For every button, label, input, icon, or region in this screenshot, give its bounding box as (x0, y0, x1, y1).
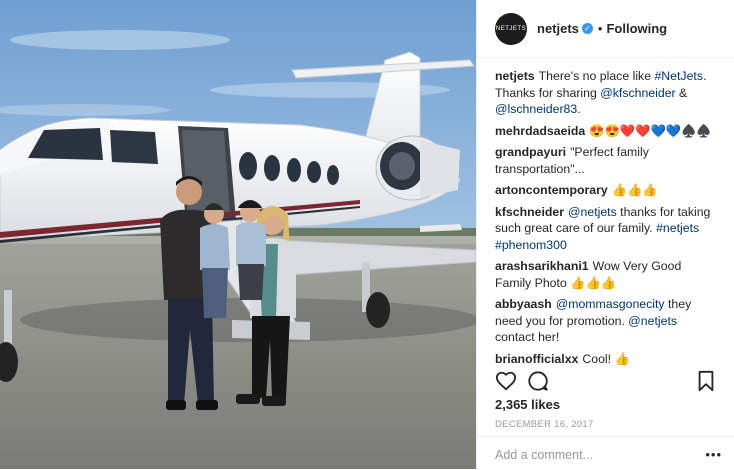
post-date[interactable]: DECEMBER 16, 2017 (495, 419, 594, 430)
comment-row: kfschneider @netjets thanks for taking su… (495, 204, 716, 254)
post-side-panel: NETJETS netjets ✓ • Following netjets The… (476, 0, 734, 469)
account-name[interactable]: netjets (537, 21, 579, 36)
caption: netjets There's no place like #NetJets. T… (495, 68, 716, 118)
comment-link[interactable]: @netjets (568, 205, 617, 219)
following-button[interactable]: Following (606, 21, 667, 36)
action-bar (495, 370, 716, 394)
header-separator: • (597, 21, 603, 36)
comment-user[interactable]: mehrdadsaeida (495, 124, 585, 138)
more-options-icon[interactable]: ••• (705, 447, 722, 462)
mention-link[interactable]: @lschneider83 (495, 102, 577, 116)
caption-text: & (675, 85, 688, 100)
comment-link[interactable]: @mommasgonecity (556, 297, 665, 311)
comment-user[interactable]: artoncontemporary (495, 183, 608, 197)
caption-text: There's no place like (538, 69, 655, 83)
post-photo[interactable] (0, 0, 476, 469)
hashtag-link[interactable]: #NetJets (654, 69, 703, 83)
comment-user[interactable]: brianofficialxx (495, 352, 578, 366)
verified-badge-icon: ✓ (581, 23, 593, 34)
comment-row: arashsarikhani1 Wow Very Good Family Phot… (495, 258, 716, 291)
caption-text: . (577, 102, 581, 116)
bookmark-icon[interactable] (696, 370, 716, 392)
avatar[interactable]: NETJETS (495, 12, 527, 45)
comment-row: grandpayuri "Perfect family transportatio… (495, 144, 716, 177)
comment-user[interactable]: abbyaash (495, 297, 552, 311)
comment-row: mehrdadsaeida 😍😍❤️❤️💙💙♠️♠️ (495, 123, 716, 140)
private-jet-family-photo (0, 0, 476, 469)
caption-user[interactable]: netjets (495, 69, 535, 83)
comment-row: abbyaash @mommasgonecity they need you fo… (495, 296, 716, 346)
comment-text: 👍👍👍 (611, 183, 658, 197)
post-dialog: NETJETS netjets ✓ • Following netjets The… (0, 0, 734, 469)
comment-link[interactable]: @netjets (628, 314, 677, 328)
add-comment-bar: Add a comment... ••• (477, 436, 734, 470)
comment-row: brianofficialxx Cool! 👍 (495, 351, 716, 368)
comments: mehrdadsaeida 😍😍❤️❤️💙💙♠️♠️ grandpayuri "Per… (495, 123, 716, 369)
comment-text: contact her! (495, 330, 560, 344)
comment-text: Cool! 👍 (582, 351, 630, 366)
comment-list[interactable]: netjets There's no place like #NetJets. T… (477, 58, 734, 368)
like-count[interactable]: 2,365 likes (495, 397, 560, 412)
heart-icon[interactable] (495, 370, 517, 392)
mention-link[interactable]: @kfschneider (600, 86, 675, 100)
comment-bubble-icon[interactable] (527, 370, 549, 392)
comment-user[interactable]: kfschneider (495, 205, 564, 219)
add-comment-input[interactable]: Add a comment... (495, 448, 593, 462)
comment-user[interactable]: arashsarikhani1 (495, 259, 589, 273)
comment-user[interactable]: grandpayuri (495, 145, 566, 159)
post-header: NETJETS netjets ✓ • Following (477, 0, 734, 58)
comment-row: artoncontemporary 👍👍👍 (495, 182, 716, 199)
comment-text: 😍😍❤️❤️💙💙♠️♠️ (589, 123, 712, 138)
